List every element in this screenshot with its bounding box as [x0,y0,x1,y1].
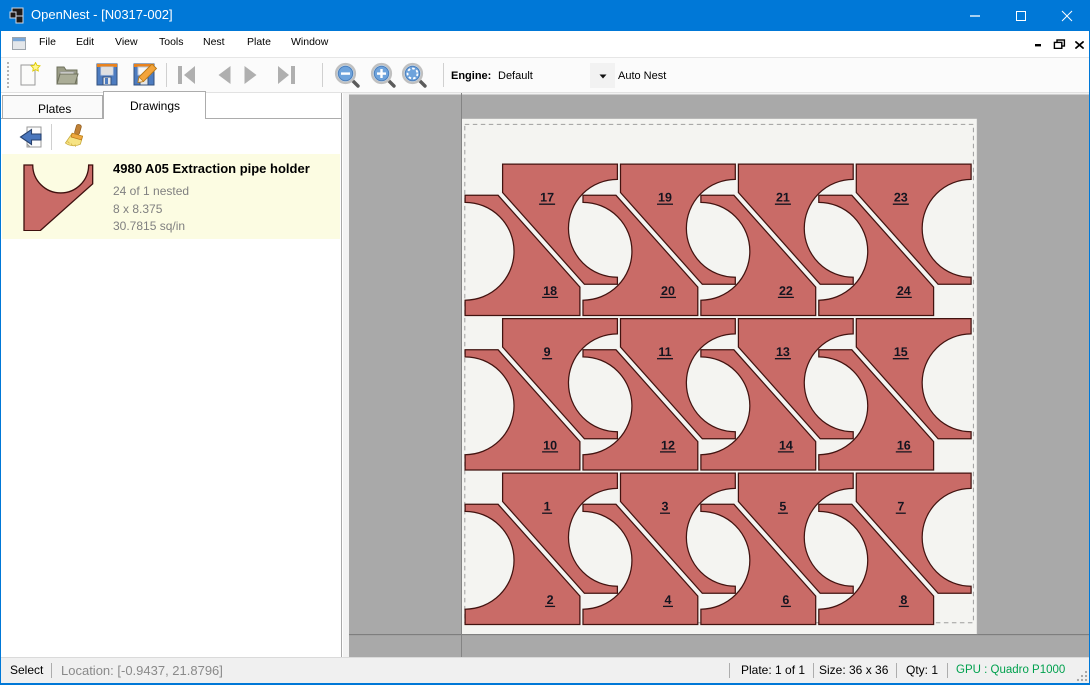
svg-text:3: 3 [662,500,669,514]
svg-text:13: 13 [776,345,790,359]
svg-text:4: 4 [665,593,672,607]
svg-text:19: 19 [658,191,672,205]
svg-text:22: 22 [779,284,793,298]
svg-text:12: 12 [661,438,675,452]
svg-text:11: 11 [658,345,671,359]
svg-text:15: 15 [894,345,908,359]
svg-text:24: 24 [897,284,911,298]
svg-text:21: 21 [776,191,790,205]
svg-text:8: 8 [900,593,907,607]
svg-text:6: 6 [782,593,789,607]
svg-text:17: 17 [540,191,554,205]
svg-text:9: 9 [544,345,551,359]
svg-text:7: 7 [897,500,904,514]
svg-text:5: 5 [779,500,786,514]
svg-text:20: 20 [661,284,675,298]
svg-text:23: 23 [894,191,908,205]
svg-text:14: 14 [779,438,793,452]
svg-text:1: 1 [544,500,551,514]
svg-text:16: 16 [897,438,911,452]
svg-text:2: 2 [547,593,554,607]
svg-text:18: 18 [543,284,557,298]
svg-text:10: 10 [543,438,557,452]
